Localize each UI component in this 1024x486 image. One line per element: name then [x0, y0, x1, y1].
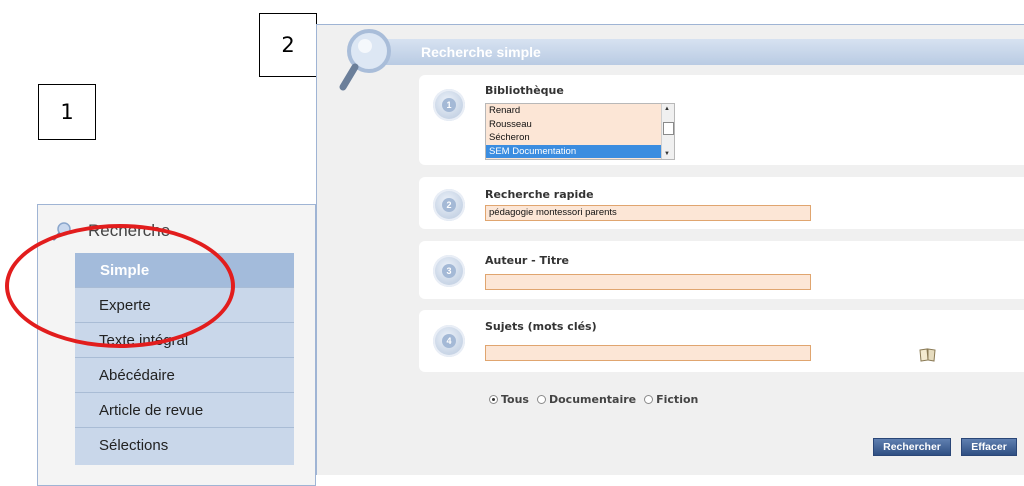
step-2-icon: 2: [433, 189, 465, 221]
filter-documentaire[interactable]: Documentaire: [536, 393, 637, 406]
library-option[interactable]: Rousseau: [486, 118, 674, 132]
nav-item-selections[interactable]: Sélections: [75, 428, 294, 463]
library-option-selected[interactable]: SEM Documentation: [486, 144, 674, 158]
subjects-section: 4 Sujets (mots clés): [419, 310, 1024, 372]
scroll-thumb[interactable]: [663, 122, 674, 135]
clear-button[interactable]: Effacer: [961, 438, 1017, 456]
quick-search-label: Recherche rapide: [485, 188, 594, 201]
radio-documentaire[interactable]: [536, 395, 546, 404]
callout-1: 1: [38, 84, 96, 140]
subjects-input[interactable]: [485, 345, 811, 361]
step-3-icon: 3: [433, 255, 465, 287]
filter-fiction-label: Fiction: [656, 393, 699, 406]
search-button[interactable]: Rechercher: [873, 438, 951, 456]
search-magnifier-icon: [339, 29, 391, 91]
highlight-oval: [5, 224, 235, 348]
library-section: 1 Bibliothèque Renard Rousseau Sécheron …: [419, 75, 1024, 165]
scroll-down-icon[interactable]: ▼: [664, 151, 670, 157]
library-option[interactable]: Renard: [486, 104, 674, 118]
listbox-scrollbar[interactable]: ▲ ▼: [661, 104, 674, 159]
author-title-label: Auteur - Titre: [485, 254, 569, 267]
quick-search-input[interactable]: pédagogie montessori parents: [485, 205, 811, 221]
type-filter-group: Tous Documentaire Fiction: [489, 393, 698, 406]
nav-item-abecedaire[interactable]: Abécédaire: [75, 358, 294, 393]
author-title-section: 3 Auteur - Titre: [419, 241, 1024, 299]
book-icon[interactable]: [919, 348, 937, 362]
nav-item-article-de-revue[interactable]: Article de revue: [75, 393, 294, 428]
filter-tous[interactable]: Tous: [489, 393, 529, 406]
library-label: Bibliothèque: [485, 84, 564, 97]
filter-fiction[interactable]: Fiction: [644, 393, 698, 406]
radio-tous[interactable]: [489, 395, 498, 404]
scroll-up-icon[interactable]: ▲: [664, 106, 670, 112]
radio-fiction[interactable]: [644, 395, 654, 404]
author-title-input[interactable]: [485, 274, 811, 290]
filter-documentaire-label: Documentaire: [548, 393, 637, 406]
quick-search-section: 2 Recherche rapide pédagogie montessori …: [419, 177, 1024, 229]
simple-search-panel: Recherche simple 1 Bibliothèque Renard R…: [316, 24, 1024, 475]
library-option[interactable]: Sécheron: [486, 131, 674, 145]
step-1-icon: 1: [433, 89, 465, 121]
filter-tous-label: Tous: [501, 393, 529, 406]
library-listbox[interactable]: Renard Rousseau Sécheron SEM Documentati…: [485, 103, 675, 160]
callout-2: 2: [259, 13, 317, 77]
step-4-icon: 4: [433, 325, 465, 357]
panel-title: Recherche simple: [381, 39, 1024, 65]
subjects-label: Sujets (mots clés): [485, 320, 597, 333]
